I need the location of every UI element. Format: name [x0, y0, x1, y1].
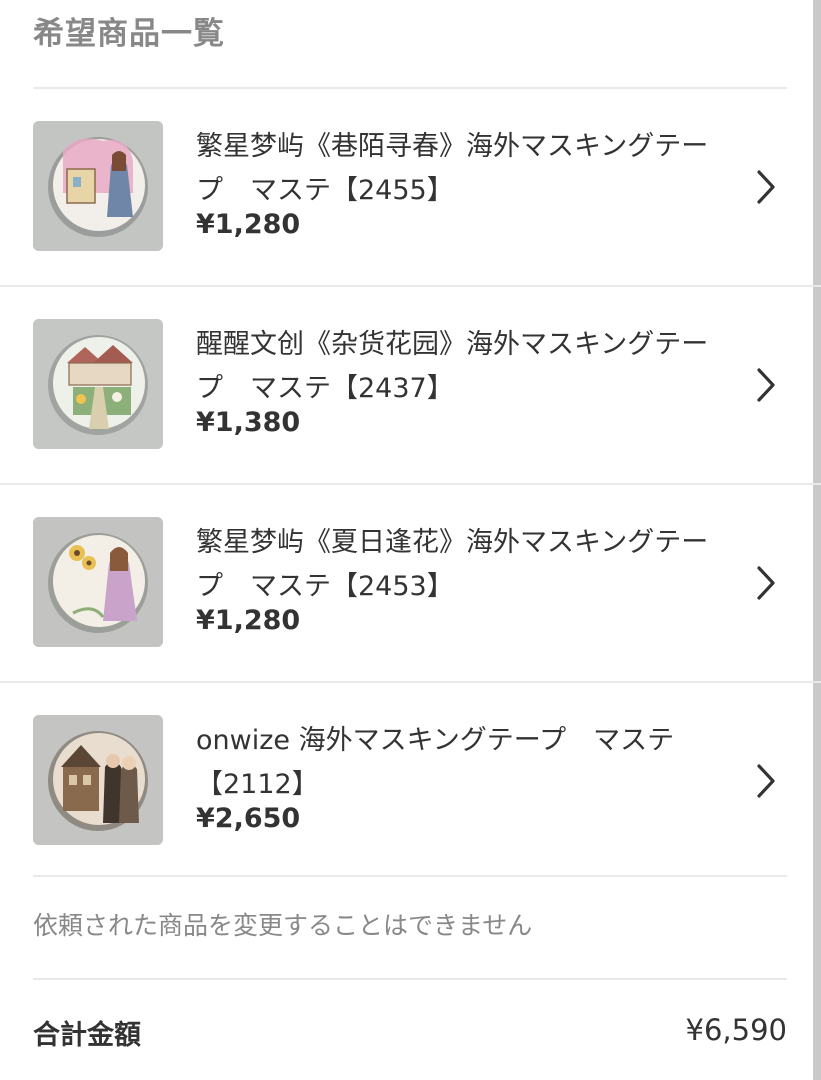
total-amount-label: 合計金額: [33, 1020, 141, 1051]
product-price: ¥1,380: [196, 407, 301, 438]
chevron-right-icon: [757, 368, 775, 402]
product-price: ¥1,280: [196, 209, 301, 240]
product-thumbnail: [33, 517, 163, 647]
product-thumbnail: [33, 319, 163, 449]
product-thumbnail: [33, 715, 163, 845]
chevron-right-icon: [757, 170, 775, 204]
product-price: ¥2,650: [196, 803, 301, 834]
product-item[interactable]: 醒醒文创《杂货花园》海外マスキングテープ マステ【2437】 ¥1,380: [0, 285, 821, 483]
product-item[interactable]: 繁星梦屿《巷陌寻春》海外マスキングテープ マステ【2455】 ¥1,280: [0, 89, 821, 285]
product-price: ¥1,280: [196, 605, 301, 636]
product-item[interactable]: onwize 海外マスキングテープ マステ【2112】 ¥2,650: [0, 681, 821, 879]
total-divider: [33, 978, 787, 980]
page-title: 希望商品一覧: [33, 16, 225, 52]
wishlist-product-list: 繁星梦屿《巷陌寻春》海外マスキングテープ マステ【2455】 ¥1,280 醒醒…: [0, 89, 821, 879]
chevron-right-icon: [757, 764, 775, 798]
chevron-right-icon: [757, 566, 775, 600]
total-amount-value: ¥6,590: [685, 1013, 787, 1047]
list-bottom-divider: [33, 875, 787, 877]
product-name: 醒醒文创《杂货花园》海外マスキングテープ マステ【2437】: [196, 329, 709, 404]
product-thumbnail: [33, 121, 163, 251]
product-item[interactable]: 繁星梦屿《夏日逢花》海外マスキングテープ マステ【2453】 ¥1,280: [0, 483, 821, 681]
product-name: 繁星梦屿《巷陌寻春》海外マスキングテープ マステ【2455】: [196, 131, 709, 206]
product-name: 繁星梦屿《夏日逢花》海外マスキングテープ マステ【2453】: [196, 527, 709, 602]
product-name: onwize 海外マスキングテープ マステ【2112】: [196, 725, 675, 800]
change-restriction-note: 依頼された商品を変更することはできません: [33, 911, 533, 940]
